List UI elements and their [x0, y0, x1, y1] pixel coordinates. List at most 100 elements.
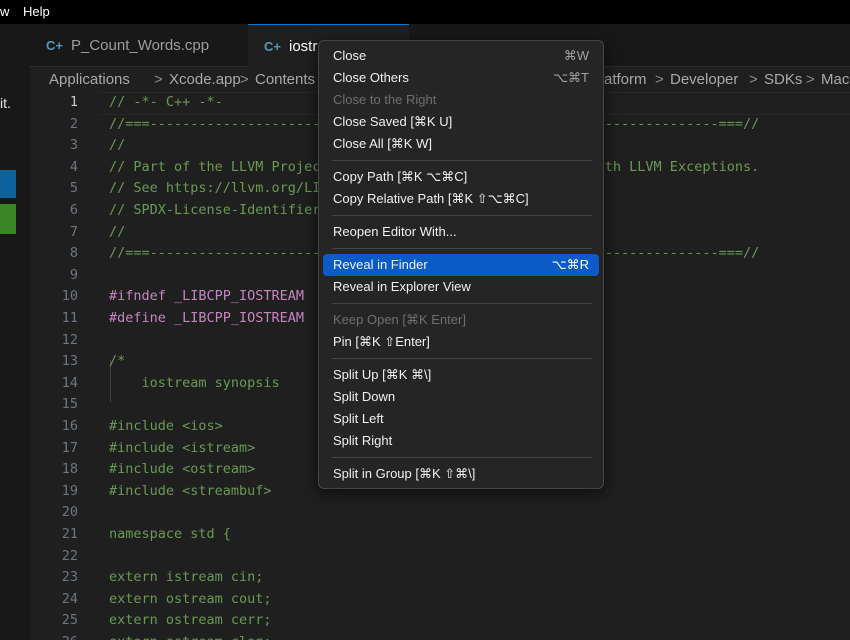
breadcrumb-separator: >: [240, 71, 249, 88]
breadcrumb-separator: >: [154, 71, 163, 88]
menu-item-pin[interactable]: Pin [⌘K ⇧Enter]: [323, 331, 599, 353]
menu-item-reopen-editor-with[interactable]: Reopen Editor With...: [323, 221, 599, 243]
code-line[interactable]: extern istream cin;: [109, 569, 263, 585]
line-number: 19: [61, 483, 78, 499]
line-number: 22: [61, 548, 78, 564]
menu-item-split-in-group[interactable]: Split in Group [⌘K ⇧⌘\]: [323, 463, 599, 485]
menu-separator: [332, 215, 592, 216]
line-number: 21: [61, 526, 78, 542]
line-number: 4: [69, 159, 78, 175]
code-line[interactable]: extern ostream clog;: [109, 634, 272, 640]
code-line[interactable]: //: [109, 224, 125, 240]
menu-item-copy-path[interactable]: Copy Path [⌘K ⌥⌘C]: [323, 166, 599, 188]
menu-item-label: Close All [⌘K W]: [333, 136, 432, 151]
menu-item-copy-relative-path[interactable]: Copy Relative Path [⌘K ⇧⌥⌘C]: [323, 188, 599, 210]
breadcrumb-separator: >: [749, 71, 758, 88]
menu-item-label: Close: [333, 48, 367, 63]
menu-item-reveal-in-explorer-view[interactable]: Reveal in Explorer View: [323, 276, 599, 298]
menu-item-help[interactable]: Help: [23, 4, 50, 19]
menu-separator: [332, 303, 592, 304]
line-number: 2: [69, 116, 78, 132]
menu-item-label: Split Up [⌘K ⌘\]: [333, 367, 432, 382]
menu-separator: [332, 457, 592, 458]
tab-label: P_Count_Words.cpp: [70, 36, 210, 54]
menu-item-close-saved[interactable]: Close Saved [⌘K U]: [323, 111, 599, 133]
menu-item-close-all[interactable]: Close All [⌘K W]: [323, 133, 599, 155]
tab-label: iostr: [288, 37, 318, 55]
code-line[interactable]: extern ostream cerr;: [109, 612, 272, 628]
code-line[interactable]: namespace std {: [109, 526, 231, 542]
line-number: 7: [69, 224, 78, 240]
line-number: 12: [61, 332, 78, 348]
menu-item-partial[interactable]: w: [0, 4, 9, 19]
code-line[interactable]: #include <istream>: [109, 440, 255, 456]
code-line[interactable]: extern ostream cout;: [109, 591, 272, 607]
breadcrumb-item[interactable]: SDKs: [764, 71, 802, 88]
menu-item-label: Pin [⌘K ⇧Enter]: [333, 334, 430, 349]
tab-p-count-words[interactable]: C+ P_Count_Words.cpp: [30, 24, 246, 66]
code-line[interactable]: // -*- C++ -*-: [109, 94, 223, 110]
menu-item-label: Copy Path [⌘K ⌥⌘C]: [333, 169, 468, 184]
menu-separator: [332, 248, 592, 249]
menu-item-split-up[interactable]: Split Up [⌘K ⌘\]: [323, 364, 599, 386]
menu-bar: w Help: [0, 0, 850, 24]
menu-item-close-to-the-right: Close to the Right: [323, 89, 599, 111]
menu-item-label: Split in Group [⌘K ⇧⌘\]: [333, 466, 476, 481]
line-number: 8: [69, 245, 78, 261]
code-line[interactable]: #define _LIBCPP_IOSTREAM: [109, 310, 304, 326]
menu-item-split-right[interactable]: Split Right: [323, 430, 599, 452]
line-number: 24: [61, 591, 78, 607]
cpp-file-icon: C+: [264, 38, 281, 54]
line-number: 16: [61, 418, 78, 434]
code-line[interactable]: //: [109, 137, 125, 153]
breadcrumb-item[interactable]: Applications: [49, 71, 130, 88]
line-number: 1: [69, 94, 78, 110]
line-number: 5: [69, 180, 78, 196]
sidebar-secondary-button[interactable]: [0, 204, 16, 234]
sidebar: it.: [0, 24, 30, 640]
menu-item-close[interactable]: Close ⌘W: [323, 45, 599, 67]
breadcrumb-item[interactable]: atform: [604, 71, 647, 88]
line-number: 26: [30, 634, 78, 640]
breadcrumb-separator: >: [655, 71, 664, 88]
sidebar-partial-text: it.: [0, 95, 11, 111]
line-number: 9: [69, 267, 78, 283]
menu-item-shortcut: ⌘W: [563, 48, 589, 63]
menu-item-reveal-in-finder[interactable]: Reveal in Finder ⌥⌘R: [323, 254, 599, 276]
code-line[interactable]: #include <streambuf>: [109, 483, 272, 499]
line-number: 25: [61, 612, 78, 628]
menu-item-label: Reveal in Finder: [333, 257, 428, 272]
code-line[interactable]: #include <ostream>: [109, 461, 255, 477]
line-number: 15: [61, 396, 78, 412]
breadcrumb-item[interactable]: Xcode.app: [169, 71, 241, 88]
menu-item-label: Close Others: [333, 70, 409, 85]
menu-item-label: Split Right: [333, 433, 393, 448]
line-number: 10: [61, 288, 78, 304]
line-number: 20: [61, 504, 78, 520]
tab-context-menu: Close ⌘W Close Others ⌥⌘T Close to the Right…: [318, 40, 604, 489]
breadcrumb-item[interactable]: Mac: [821, 71, 849, 88]
breadcrumb-item[interactable]: Developer: [670, 71, 738, 88]
line-number: 3: [69, 137, 78, 153]
menu-separator: [332, 358, 592, 359]
code-line[interactable]: #ifndef _LIBCPP_IOSTREAM: [109, 288, 304, 304]
menu-item-split-left[interactable]: Split Left: [323, 408, 599, 430]
code-line[interactable]: iostream synopsis: [109, 375, 280, 391]
menu-item-close-others[interactable]: Close Others ⌥⌘T: [323, 67, 599, 89]
menu-separator: [332, 160, 592, 161]
menu-item-label: Keep Open [⌘K Enter]: [333, 312, 466, 327]
cpp-file-icon: C+: [46, 37, 63, 53]
sidebar-primary-button[interactable]: [0, 170, 16, 198]
menu-item-label: Close Saved [⌘K U]: [333, 114, 453, 129]
menu-item-label: Copy Relative Path [⌘K ⇧⌥⌘C]: [333, 191, 529, 206]
line-number: 23: [61, 569, 78, 585]
menu-item-label: Split Down: [333, 389, 396, 404]
line-number: 13: [61, 353, 78, 369]
line-number: 17: [61, 440, 78, 456]
menu-item-keep-open: Keep Open [⌘K Enter]: [323, 309, 599, 331]
menu-item-split-down[interactable]: Split Down: [323, 386, 599, 408]
line-number: 14: [61, 375, 78, 391]
code-line[interactable]: #include <ios>: [109, 418, 223, 434]
breadcrumb-item[interactable]: Contents: [255, 71, 315, 88]
code-line[interactable]: /*: [109, 353, 125, 369]
